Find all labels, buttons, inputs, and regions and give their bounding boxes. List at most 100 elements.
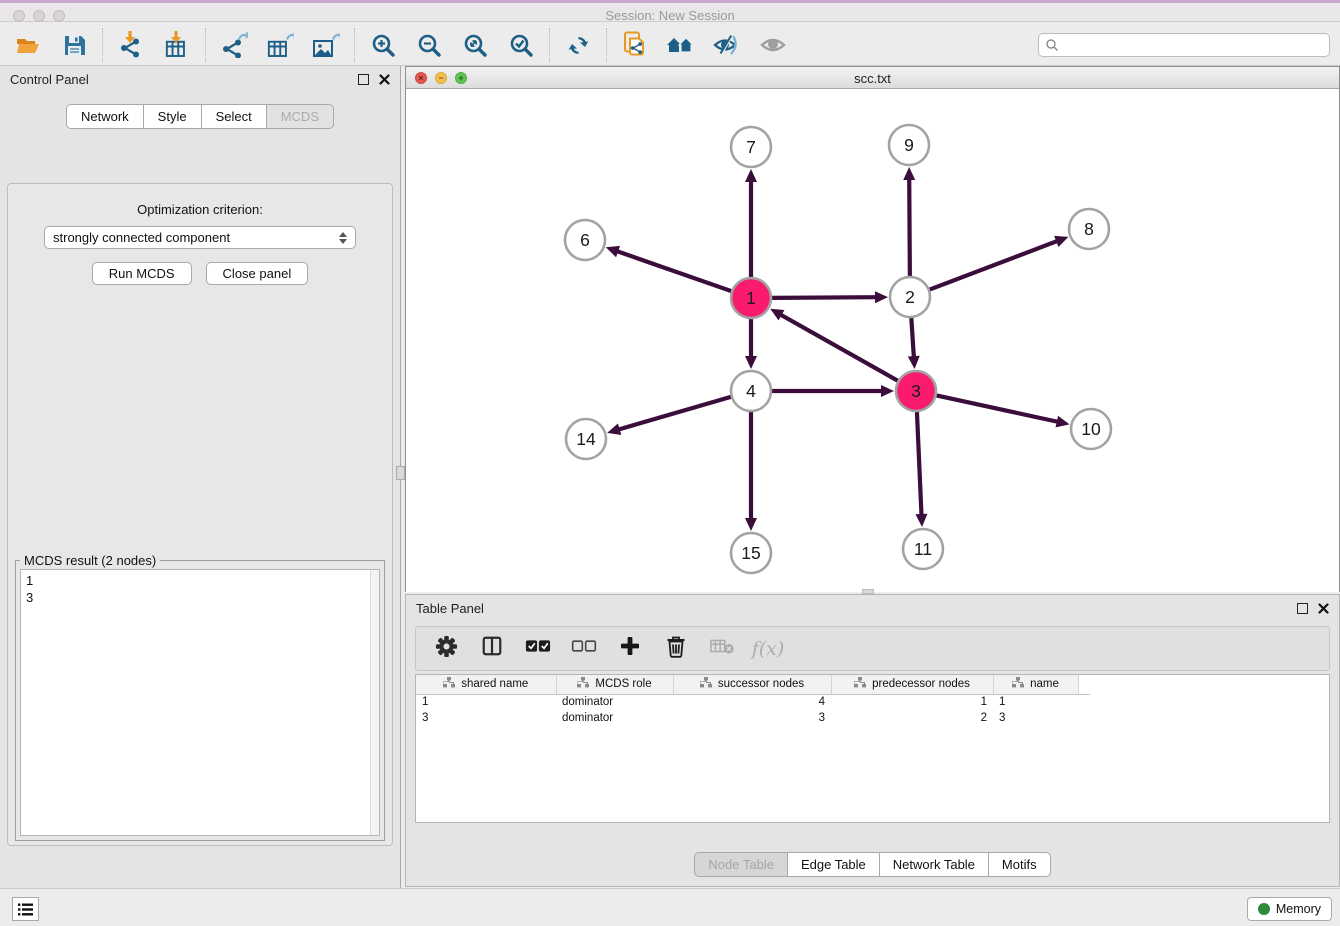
result-scrollbar[interactable] [370, 570, 379, 835]
delete-table-button[interactable] [710, 637, 734, 661]
zoom-out-button[interactable] [415, 31, 443, 59]
table-toolbar: f(x) [415, 626, 1330, 671]
cell-predecessor-nodes[interactable]: 2 [831, 710, 993, 726]
column-sort-icon [854, 677, 866, 691]
column-header-MCDS-role[interactable]: MCDS role [556, 675, 673, 694]
zoom-selected-button[interactable] [507, 31, 535, 59]
network-canvas[interactable]: 7968124314101511 [406, 89, 1339, 592]
column-header-predecessor-nodes[interactable]: predecessor nodes [831, 675, 993, 694]
tab-network[interactable]: Network [66, 104, 144, 129]
tab-node-table[interactable]: Node Table [694, 852, 788, 877]
columns-button[interactable] [480, 637, 504, 661]
search-input[interactable] [1059, 38, 1329, 52]
edge-2-9[interactable] [909, 178, 910, 276]
cell-MCDS-role[interactable]: dominator [556, 694, 673, 710]
mcds-result-list[interactable]: 13 [20, 569, 380, 836]
save-session-button[interactable] [60, 31, 88, 59]
refresh-icon [566, 33, 591, 58]
graph-node-label: 7 [746, 137, 756, 157]
table-close-icon[interactable] [1318, 603, 1329, 614]
column-label: name [1030, 678, 1059, 690]
run-mcds-button[interactable]: Run MCDS [92, 262, 192, 285]
column-header-name[interactable]: name [993, 675, 1078, 694]
edge-arrowhead [875, 291, 888, 303]
network-title: scc.txt [406, 71, 1339, 86]
float-panel-icon[interactable] [358, 74, 369, 85]
horizontal-splitter-handle[interactable] [862, 589, 874, 594]
cell-shared-name[interactable]: 3 [416, 710, 556, 726]
close-panel-icon[interactable] [379, 74, 390, 85]
cell-MCDS-role[interactable]: dominator [556, 710, 673, 726]
edge-2-8[interactable] [930, 241, 1059, 290]
memory-button[interactable]: Memory [1247, 897, 1332, 921]
criterion-dropdown[interactable]: strongly connected component [44, 226, 356, 249]
gear-button[interactable] [434, 637, 458, 661]
edge-1-2[interactable] [772, 297, 877, 298]
show-eye-icon [759, 34, 787, 56]
edge-3-10[interactable] [937, 395, 1059, 422]
columns-icon [481, 635, 503, 662]
hide-panels-button[interactable] [713, 31, 741, 59]
tab-select[interactable]: Select [202, 104, 267, 129]
gear-icon [435, 635, 458, 663]
edge-4-14[interactable] [618, 397, 731, 430]
refresh-button[interactable] [564, 31, 592, 59]
column-header-shared-name[interactable]: shared name [416, 675, 556, 694]
edge-3-11[interactable] [917, 412, 922, 516]
table-row[interactable]: 3dominator323 [416, 710, 1090, 726]
edge-arrowhead [903, 167, 915, 180]
export-network-button[interactable] [220, 31, 248, 59]
graph-node-label: 9 [904, 135, 914, 155]
function-button[interactable]: f(x) [756, 637, 780, 661]
mcds-result-line: 1 [26, 572, 379, 589]
graph-node-label: 15 [741, 543, 760, 563]
tab-style[interactable]: Style [144, 104, 202, 129]
tab-mcds[interactable]: MCDS [267, 104, 334, 129]
select-all-button[interactable] [526, 637, 550, 661]
home-layout-button[interactable] [667, 31, 695, 59]
network-from-selection-button[interactable] [621, 31, 649, 59]
cell-predecessor-nodes[interactable]: 1 [831, 694, 993, 710]
edge-3-1[interactable] [780, 314, 898, 380]
open-file-button[interactable] [14, 31, 42, 59]
edge-1-6[interactable] [616, 251, 731, 291]
import-table-button[interactable] [163, 31, 191, 59]
table-float-icon[interactable] [1297, 603, 1308, 614]
tab-edge-table[interactable]: Edge Table [788, 852, 880, 877]
close-panel-button[interactable]: Close panel [206, 262, 309, 285]
zoom-in-button[interactable] [369, 31, 397, 59]
import-network-button[interactable] [117, 31, 145, 59]
zoom-fit-button[interactable] [461, 31, 489, 59]
column-header-successor-nodes[interactable]: successor nodes [673, 675, 831, 694]
zoom-in-icon [371, 33, 395, 57]
tab-network-table[interactable]: Network Table [880, 852, 989, 877]
network-window-titlebar[interactable]: × − + scc.txt [406, 67, 1339, 89]
export-table-button[interactable] [266, 31, 294, 59]
column-sort-icon [1012, 677, 1024, 691]
vertical-splitter-handle[interactable] [396, 466, 405, 480]
graph-node-label: 14 [576, 429, 596, 449]
header-filler [1078, 675, 1090, 694]
edge-arrowhead [1054, 236, 1068, 247]
graph-node-label: 3 [911, 381, 921, 401]
show-eye-button[interactable] [759, 31, 787, 59]
deselect-all-button[interactable] [572, 637, 596, 661]
cell-successor-nodes[interactable]: 4 [673, 694, 831, 710]
delete-row-button[interactable] [664, 637, 688, 661]
list-icon [17, 902, 34, 917]
cell-shared-name[interactable]: 1 [416, 694, 556, 710]
tab-motifs[interactable]: Motifs [989, 852, 1051, 877]
edge-2-3[interactable] [911, 318, 914, 358]
cell-name[interactable]: 1 [993, 694, 1078, 710]
task-history-button[interactable] [12, 897, 39, 921]
add-row-button[interactable] [618, 637, 642, 661]
cell-name[interactable]: 3 [993, 710, 1078, 726]
mcds-panel: Optimization criterion: strongly connect… [7, 183, 393, 846]
search-box[interactable] [1038, 33, 1330, 57]
cell-successor-nodes[interactable]: 3 [673, 710, 831, 726]
export-table-icon [266, 32, 294, 58]
export-image-button[interactable] [312, 31, 340, 59]
table-row[interactable]: 1dominator411 [416, 694, 1090, 710]
home-layout-icon [665, 33, 697, 57]
app-titlebar: Session: New Session [0, 0, 1340, 22]
